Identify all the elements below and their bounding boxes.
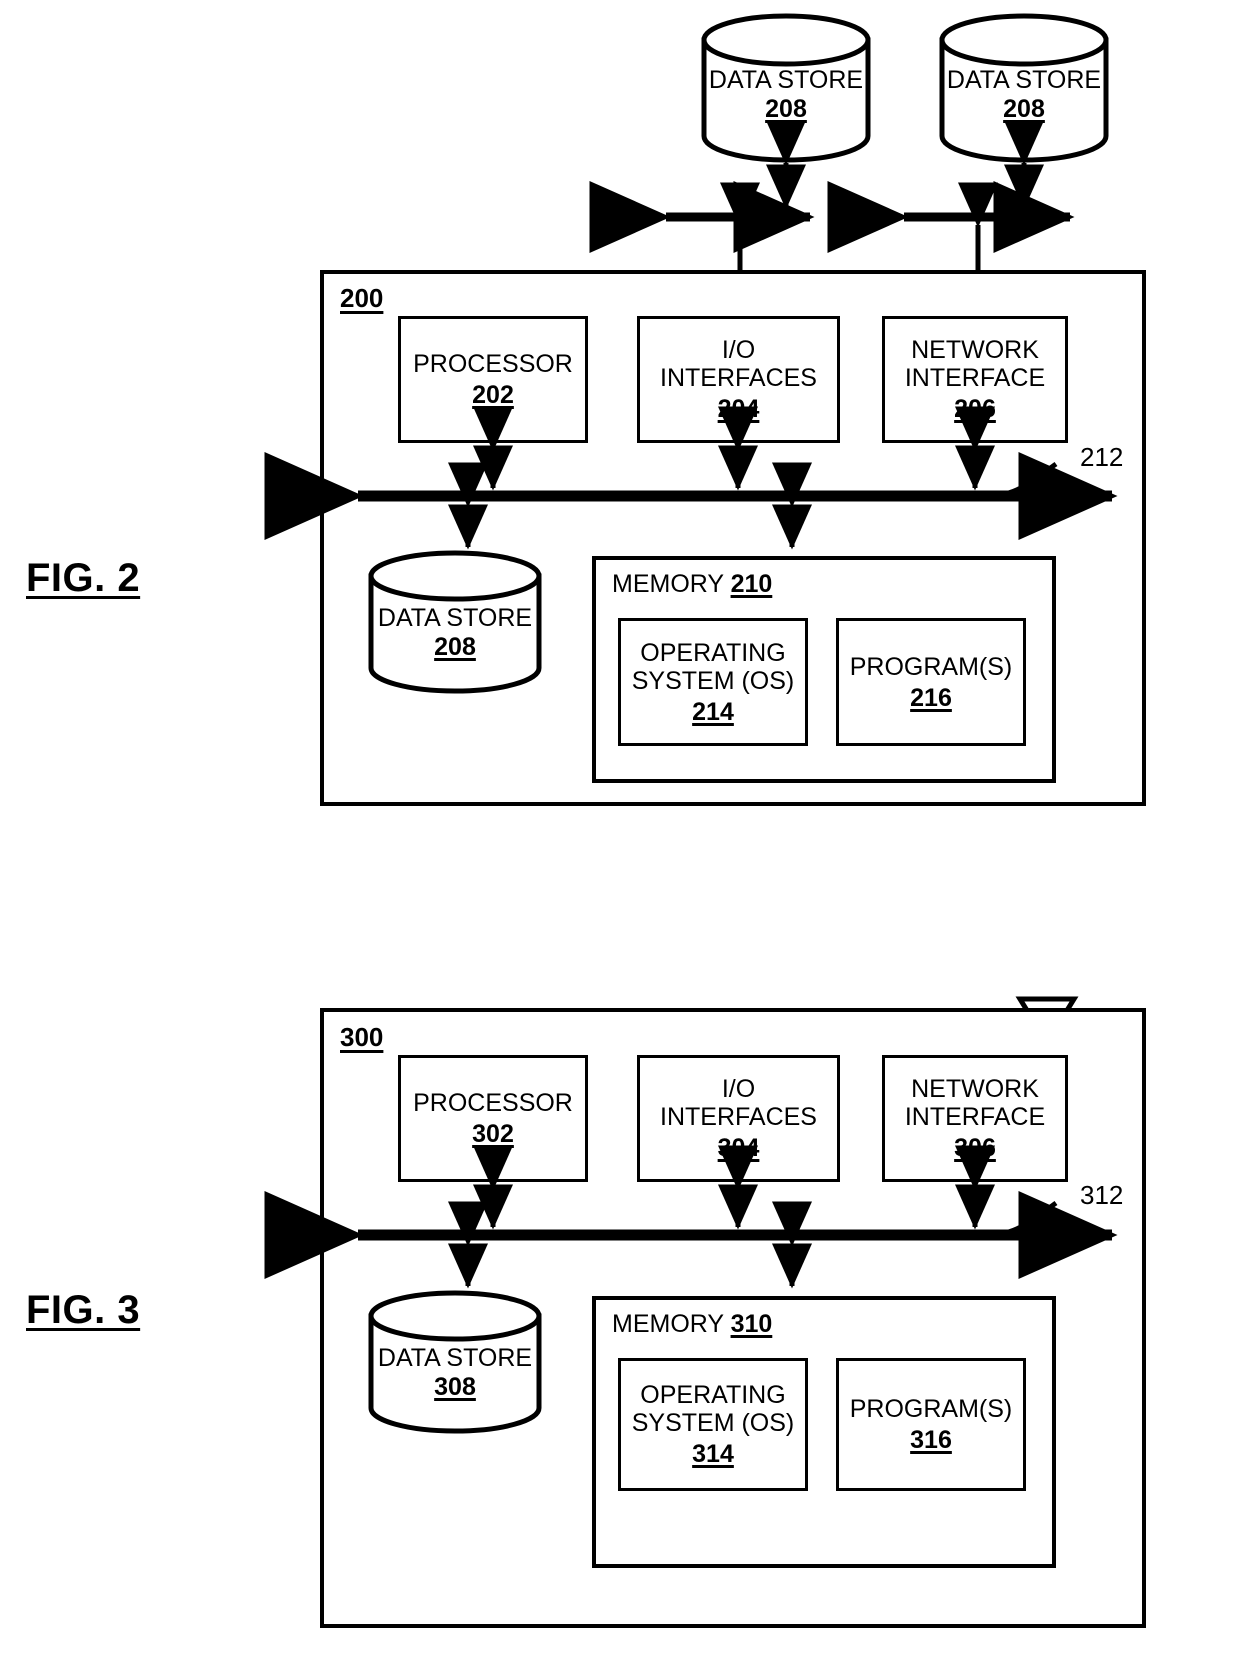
figure-caption-fig3: FIG. 3 xyxy=(26,1288,141,1332)
operating-system-box-214-label-2: SYSTEM (OS) xyxy=(631,666,795,695)
memory-box-210-ref: 210 xyxy=(730,570,773,598)
network-interface-box-306-label-2: INTERFACE xyxy=(904,1103,1046,1131)
internal-data-store-208: DATA STORE 208 xyxy=(367,550,543,694)
processor-box-302-ref: 302 xyxy=(472,1120,514,1148)
bus-ref-312: 312 xyxy=(1080,1180,1124,1210)
memory-box-210-title: MEMORY 210 xyxy=(612,570,772,599)
operating-system-box-214-label-1: OPERATING xyxy=(640,638,786,667)
operating-system-box-314: OPERATING SYSTEM (OS) 314 xyxy=(618,1358,808,1491)
memory-box-310-label: MEMORY xyxy=(612,1310,724,1338)
programs-box-316-ref: 316 xyxy=(910,1426,952,1454)
network-interface-box-306: NETWORK INTERFACE 306 xyxy=(882,1055,1068,1182)
fig3-bus-and-connectors xyxy=(264,1145,1118,1289)
network-interface-box-206-label-2: INTERFACE xyxy=(904,364,1046,392)
processor-box-202-label: PROCESSOR xyxy=(413,350,573,378)
operating-system-box-314-ref: 314 xyxy=(692,1440,734,1468)
internal-data-store-308: DATA STORE 308 xyxy=(367,1290,543,1434)
programs-box-216-ref: 216 xyxy=(910,683,952,712)
network-interface-box-206: NETWORK INTERFACE 206 xyxy=(882,316,1068,443)
external-data-store-2: DATA STORE 208 xyxy=(938,13,1110,163)
programs-box-316: PROGRAM(S) 316 xyxy=(836,1358,1026,1491)
operating-system-box-314-label-1: OPERATING xyxy=(640,1381,786,1409)
external-data-store-1: DATA STORE 208 xyxy=(700,13,872,163)
bus-ref-212: 212 xyxy=(1080,442,1124,472)
processor-box-302: PROCESSOR 302 xyxy=(398,1055,588,1182)
processor-box-202-ref: 202 xyxy=(472,381,514,409)
network-interface-box-206-label-1: NETWORK xyxy=(911,336,1039,364)
device-chassis-200-ref: 200 xyxy=(340,283,384,313)
operating-system-box-314-label-2: SYSTEM (OS) xyxy=(631,1409,795,1437)
io-interfaces-box-304-label-2: INTERFACES xyxy=(660,1103,817,1131)
programs-box-216: PROGRAM(S) 216 xyxy=(836,618,1026,746)
programs-box-316-label: PROGRAM(S) xyxy=(849,1395,1013,1423)
network-interface-box-306-ref: 306 xyxy=(954,1134,996,1162)
io-interfaces-box-304-ref: 304 xyxy=(717,1134,760,1162)
memory-box-310-ref: 310 xyxy=(730,1310,773,1338)
io-interfaces-box-204-label-1: I/O xyxy=(721,336,756,364)
io-interfaces-box-204-label-2: INTERFACES xyxy=(660,364,817,392)
network-interface-box-306-label-1: NETWORK xyxy=(911,1075,1039,1103)
operating-system-box-214: OPERATING SYSTEM (OS) 214 xyxy=(618,618,808,746)
io-interfaces-box-304: I/O INTERFACES 304 xyxy=(637,1055,840,1182)
device-chassis-300-ref: 300 xyxy=(340,1022,384,1052)
network-interface-box-206-ref: 206 xyxy=(954,395,996,423)
processor-box-302-label: PROCESSOR xyxy=(413,1089,573,1117)
io-interfaces-box-304-label-1: I/O xyxy=(721,1075,756,1103)
memory-box-210-label: MEMORY xyxy=(612,570,724,598)
fig2-bus-and-connectors xyxy=(264,406,1118,550)
operating-system-box-214-ref: 214 xyxy=(692,697,734,726)
processor-box-202: PROCESSOR 202 xyxy=(398,316,588,443)
figure-caption-fig2: FIG. 2 xyxy=(26,556,141,600)
programs-box-216-label: PROGRAM(S) xyxy=(849,652,1013,681)
memory-box-310-title: MEMORY 310 xyxy=(612,1310,772,1339)
io-interfaces-box-204-ref: 204 xyxy=(717,395,760,423)
io-interfaces-box-204: I/O INTERFACES 204 xyxy=(637,316,840,443)
